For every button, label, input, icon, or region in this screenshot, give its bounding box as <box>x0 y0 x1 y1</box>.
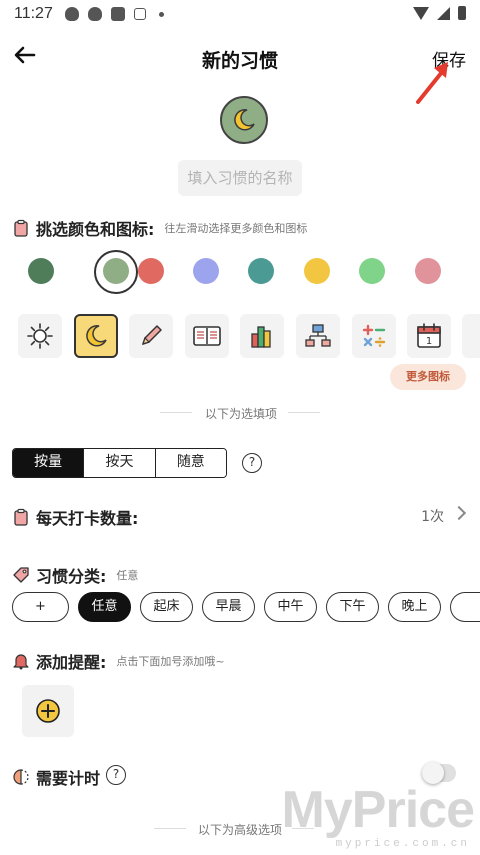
icon-tile-pencil[interactable] <box>129 314 173 358</box>
clipboard-icon <box>14 508 28 526</box>
icon-tile-partial[interactable] <box>462 314 480 358</box>
clipboard-icon <box>14 219 28 237</box>
tag-icon <box>13 567 29 583</box>
color-swatch[interactable] <box>304 258 330 284</box>
habit-icon-preview[interactable] <box>220 96 268 144</box>
color-swatch-selected[interactable] <box>103 258 129 284</box>
bell-icon <box>13 654 29 670</box>
pencil-icon <box>142 325 162 345</box>
books-icon <box>251 326 271 348</box>
calendar-icon: 1 <box>417 323 441 348</box>
timer-row: 需要计时 <box>12 765 100 789</box>
watermark-brand: MyPrice <box>281 781 475 839</box>
half-circle-icon <box>13 769 29 785</box>
color-swatch[interactable] <box>248 258 274 284</box>
status-time: 11:27 <box>14 5 53 22</box>
icon-tile-network[interactable] <box>296 314 340 358</box>
color-swatch[interactable] <box>415 258 441 284</box>
more-icons-button[interactable]: 更多图标 <box>390 364 466 390</box>
annotation-arrow-icon <box>416 62 448 104</box>
app-notification-icon <box>110 7 125 21</box>
qq-notification-icon-2 <box>87 7 102 21</box>
category-chip-morning[interactable]: 早晨 <box>202 592 255 622</box>
network-icon <box>305 324 331 347</box>
category-title: 习惯分类: <box>36 567 107 586</box>
status-bar: 11:27 <box>0 0 480 28</box>
reminder-title: 添加提醒: <box>36 653 107 672</box>
category-current: 任意 <box>116 569 139 582</box>
moon-icon <box>86 325 107 347</box>
qq-notification-icon <box>64 7 79 21</box>
icon-tile-books[interactable] <box>240 314 284 358</box>
category-chips: + 任意 起床 早晨 中午 下午 晚上 <box>12 592 480 622</box>
tab-by-day[interactable]: 按天 <box>84 449 156 477</box>
icon-tile-calendar[interactable]: 1 <box>407 314 451 358</box>
tab-anytime[interactable]: 随意 <box>155 449 226 477</box>
more-notifications-dot <box>158 11 164 17</box>
category-chip-wakeup[interactable]: 起床 <box>140 592 193 622</box>
calculator-icon <box>362 324 386 347</box>
habit-name-input[interactable] <box>178 160 302 196</box>
divider-line-left <box>160 412 192 413</box>
color-section-hint: 往左滑动选择更多颜色和图标 <box>164 222 308 235</box>
icon-tile-calculator[interactable] <box>352 314 396 358</box>
text-notification-icon <box>133 8 146 20</box>
color-section-header: 挑选颜色和图标: 往左滑动选择更多颜色和图标 <box>12 216 307 240</box>
category-chip-partial[interactable] <box>450 592 480 622</box>
wifi-icon <box>413 6 429 20</box>
color-picker <box>20 250 480 294</box>
category-chip-anytime[interactable]: 任意 <box>78 592 131 622</box>
battery-icon <box>458 6 466 20</box>
divider-line-left <box>154 828 186 829</box>
moon-icon <box>234 109 255 131</box>
advanced-divider-label: 以下为高级选项 <box>197 823 282 837</box>
plus-circle-icon <box>36 699 60 723</box>
icon-tile-sun[interactable] <box>18 314 62 358</box>
color-swatch[interactable] <box>359 258 385 284</box>
color-swatch[interactable] <box>193 258 219 284</box>
timer-title: 需要计时 <box>36 769 101 788</box>
color-swatch[interactable] <box>28 258 54 284</box>
category-chip-noon[interactable]: 中午 <box>264 592 317 622</box>
category-chip-afternoon[interactable]: 下午 <box>326 592 379 622</box>
watermark-url: myprice.com.cn <box>335 838 470 850</box>
category-row: 习惯分类: 任意 <box>12 563 138 587</box>
daily-checkin-row: 每天打卡数量: <box>12 505 138 529</box>
color-section-title: 挑选颜色和图标: <box>36 220 155 239</box>
sun-icon <box>27 323 53 349</box>
icon-picker: 1 <box>18 314 480 358</box>
color-swatch[interactable] <box>138 258 164 284</box>
reminder-row: 添加提醒: 点击下面加号添加哦~ <box>12 649 225 673</box>
icon-tile-moon[interactable] <box>74 314 118 358</box>
mode-tabs: 按量 按天 随意 <box>12 448 227 478</box>
calendar-day-label: 1 <box>426 336 432 347</box>
optional-divider-label: 以下为选填项 <box>204 407 277 421</box>
category-chip-evening[interactable]: 晚上 <box>388 592 441 622</box>
signal-icon <box>437 6 450 20</box>
daily-checkin-value[interactable]: 1次 <box>421 506 444 526</box>
timer-help-icon[interactable]: ? <box>106 765 126 785</box>
tab-by-quantity[interactable]: 按量 <box>13 449 85 477</box>
daily-checkin-title: 每天打卡数量: <box>36 509 139 528</box>
chevron-right-icon[interactable] <box>451 505 467 521</box>
reminder-hint: 点击下面加号添加哦~ <box>116 655 225 668</box>
mode-help-icon[interactable]: ? <box>242 453 262 473</box>
top-bar: 新的习惯 保存 <box>0 38 480 78</box>
add-category-chip[interactable]: + <box>12 592 69 622</box>
status-indicators <box>413 6 466 20</box>
icon-tile-book[interactable] <box>185 314 229 358</box>
book-icon <box>193 326 221 346</box>
divider-line-right <box>288 412 320 413</box>
add-reminder-button[interactable] <box>22 685 74 737</box>
page-title: 新的习惯 <box>201 50 278 72</box>
